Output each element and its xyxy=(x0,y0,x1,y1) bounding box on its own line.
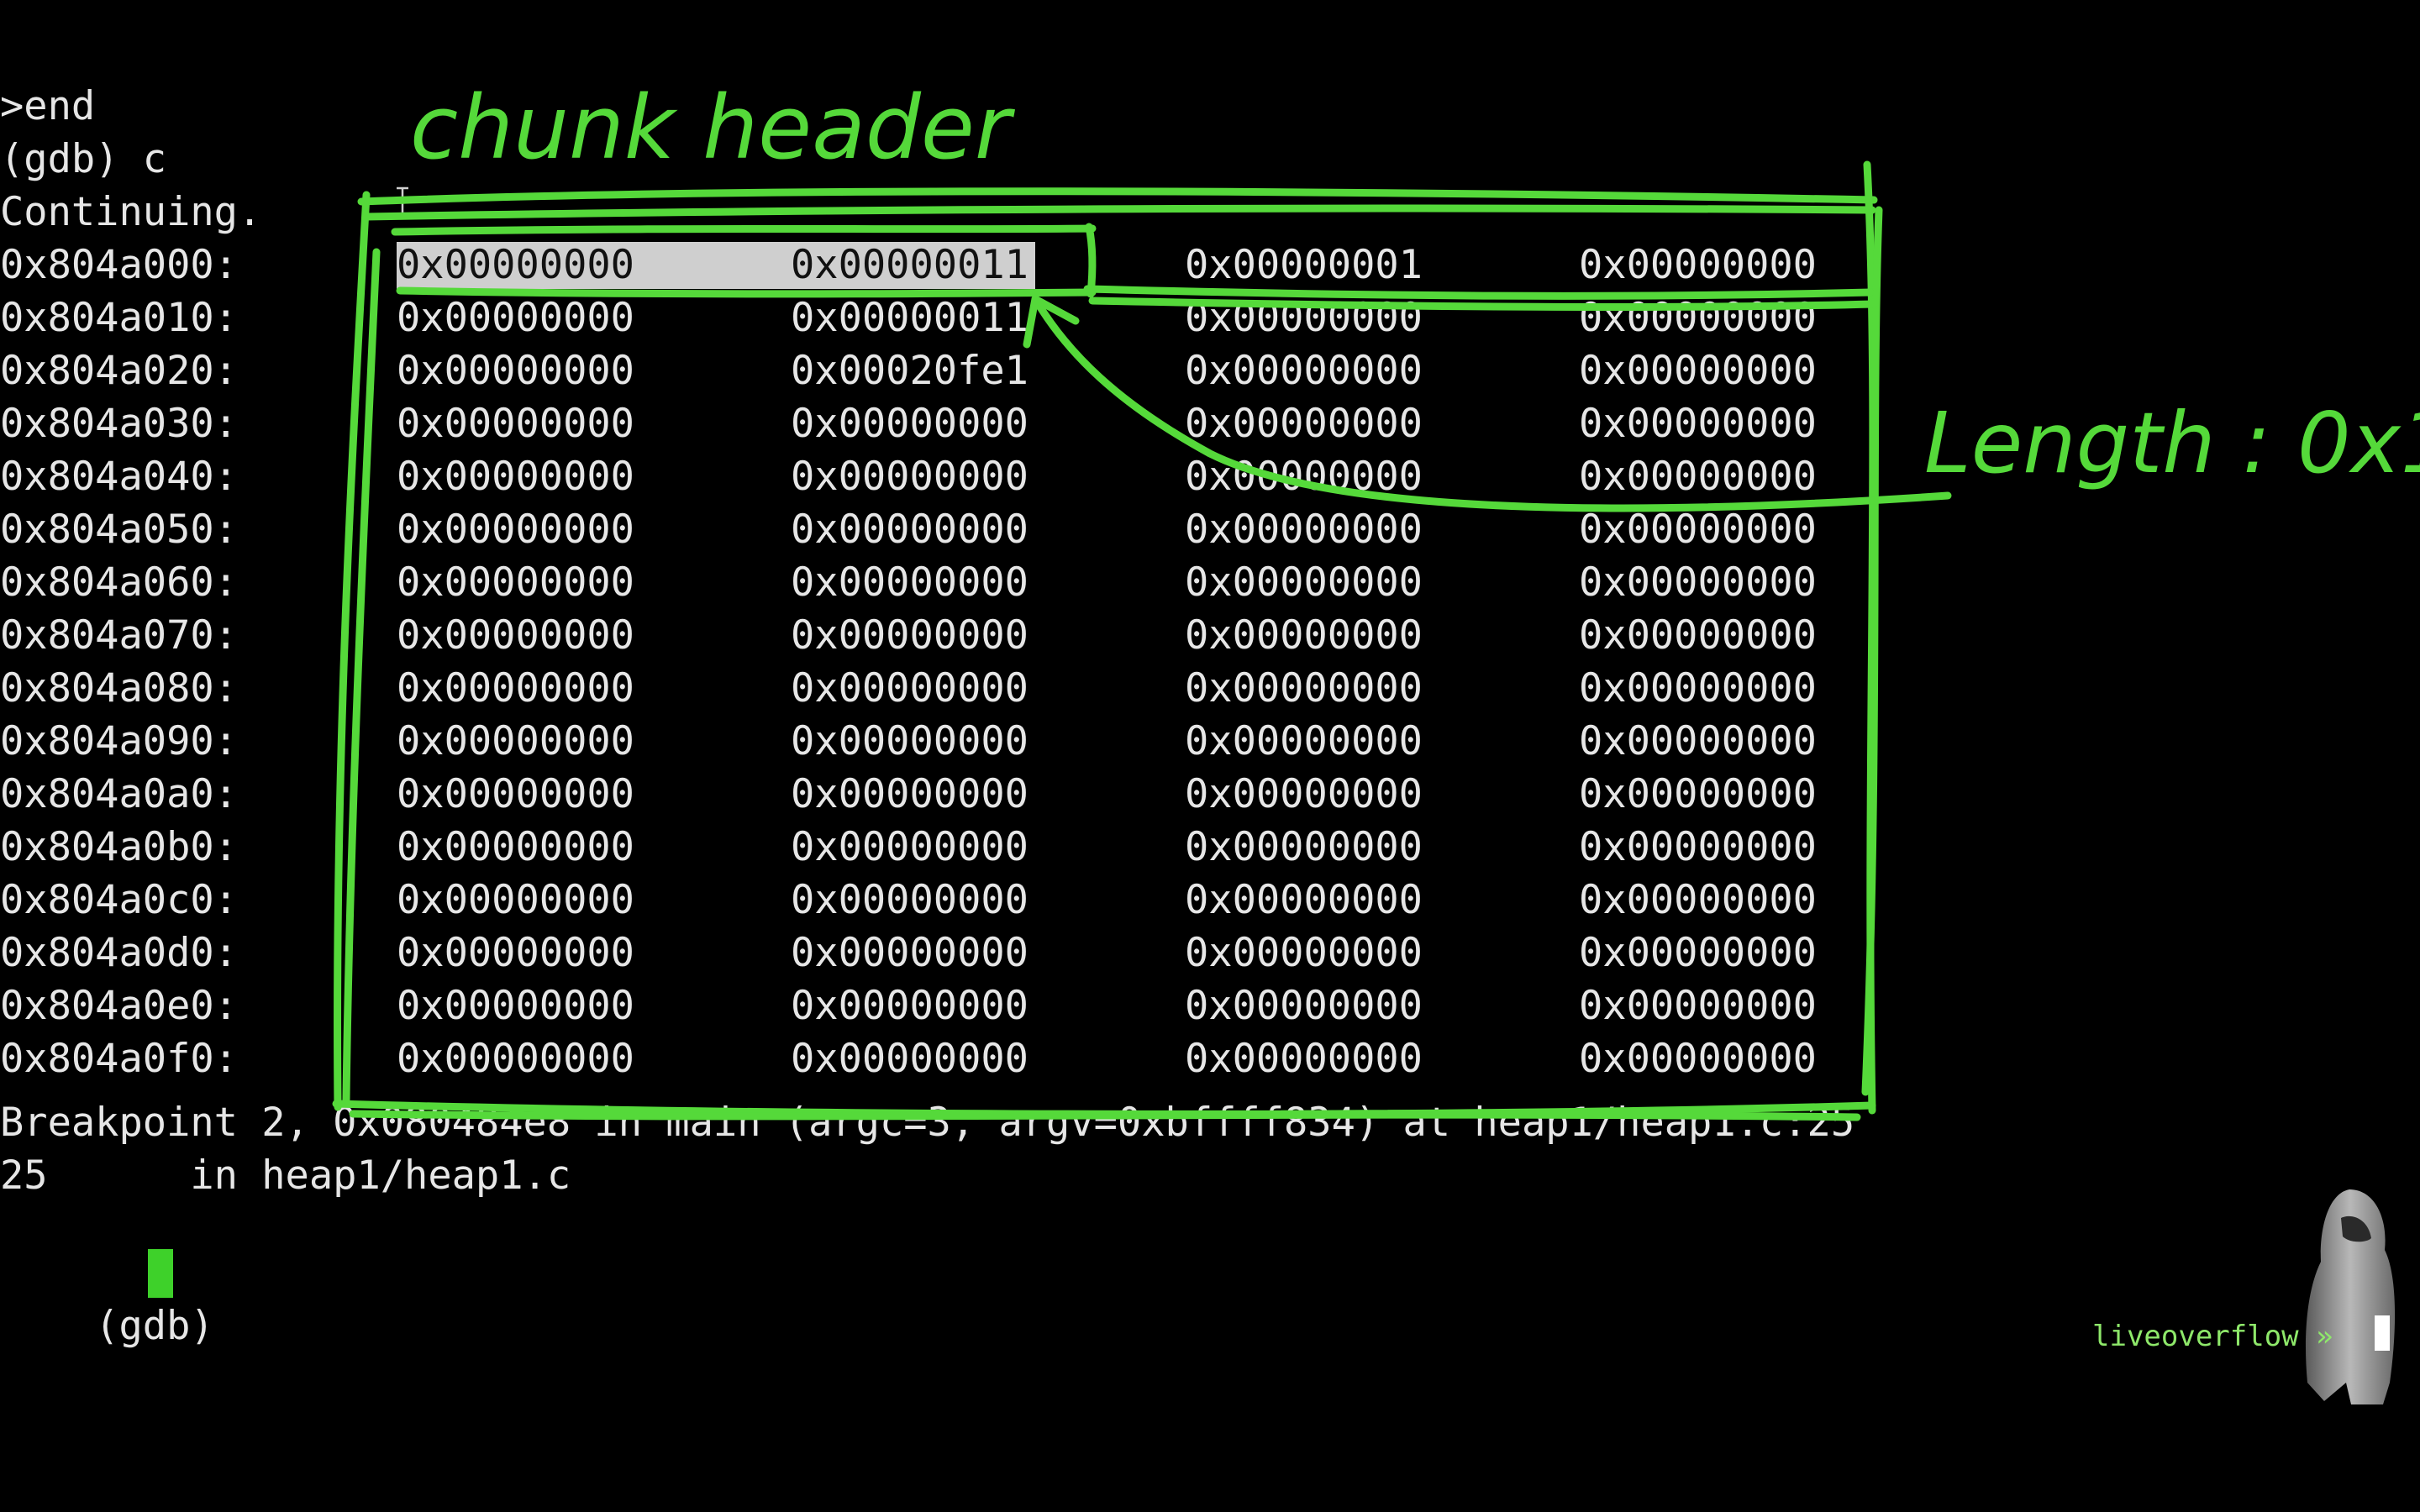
memory-word: 0x00000000 xyxy=(397,507,634,553)
terminal-cursor xyxy=(148,1249,173,1298)
memory-word: 0x00000000 xyxy=(1579,771,1817,817)
memory-address: 0x804a0d0: xyxy=(0,930,238,976)
memory-word: 0x00000000 xyxy=(1185,507,1423,553)
memory-word: 0x00000000 xyxy=(397,824,634,870)
memory-word: 0x00000000 xyxy=(397,348,634,394)
memory-address: 0x804a020: xyxy=(0,348,238,394)
memory-word: 0x00000000 xyxy=(1579,242,1817,288)
memory-word: 0x00000000 xyxy=(1579,454,1817,500)
memory-address: 0x804a0a0: xyxy=(0,771,238,817)
memory-word: 0x00000000 xyxy=(791,983,1028,1029)
memory-word: 0x00000000 xyxy=(791,401,1028,447)
memory-word: 0x00000000 xyxy=(1185,401,1423,447)
memory-word: 0x00000000 xyxy=(1579,665,1817,711)
memory-word: 0x00000001 xyxy=(1185,242,1423,288)
memory-word: 0x00000000 xyxy=(1185,930,1423,976)
memory-word: 0x00000000 xyxy=(1579,401,1817,447)
memory-word: 0x00000000 xyxy=(397,559,634,606)
memory-word: 0x00000000 xyxy=(397,1036,634,1082)
memory-address: 0x804a080: xyxy=(0,665,238,711)
memory-word: 0x00000000 xyxy=(397,401,634,447)
memory-address: 0x804a060: xyxy=(0,559,238,606)
memory-word: 0x00000000 xyxy=(1185,1036,1423,1082)
memory-word: 0x00000000 xyxy=(397,242,634,288)
selection-highlight xyxy=(639,242,791,289)
memory-word: 0x00000000 xyxy=(791,1036,1028,1082)
memory-word: 0x00000000 xyxy=(1579,824,1817,870)
gdb-output-line: Breakpoint 2, 0x080484e8 in main (argc=3… xyxy=(0,1100,1855,1146)
watermark-cursor xyxy=(2375,1315,2390,1351)
memory-word: 0x00000000 xyxy=(791,612,1028,659)
memory-word: 0x00000000 xyxy=(397,877,634,923)
memory-word: 0x00000000 xyxy=(1185,665,1423,711)
memory-word: 0x00000000 xyxy=(1185,348,1423,394)
memory-address: 0x804a0b0: xyxy=(0,824,238,870)
memory-address: 0x804a030: xyxy=(0,401,238,447)
memory-word: 0x00000000 xyxy=(1185,454,1423,500)
memory-word: 0x00000000 xyxy=(1579,295,1817,341)
memory-word: 0x00000011 xyxy=(791,242,1028,288)
memory-word: 0x00000000 xyxy=(1185,824,1423,870)
memory-word: 0x00000000 xyxy=(791,507,1028,553)
memory-word: 0x00000000 xyxy=(1185,983,1423,1029)
memory-word: 0x00000000 xyxy=(1185,771,1423,817)
memory-address: 0x804a010: xyxy=(0,295,238,341)
memory-word: 0x00000000 xyxy=(1579,718,1817,764)
memory-word: 0x00000000 xyxy=(397,983,634,1029)
memory-word: 0x00000000 xyxy=(791,930,1028,976)
memory-word: 0x00000000 xyxy=(791,454,1028,500)
memory-word: 0x00000000 xyxy=(1579,348,1817,394)
memory-word: 0x00000000 xyxy=(791,718,1028,764)
memory-word: 0x00000000 xyxy=(397,612,634,659)
gdb-prompt-line[interactable]: (gdb) xyxy=(0,1247,238,1349)
memory-word: 0x00000000 xyxy=(791,824,1028,870)
memory-address: 0x804a040: xyxy=(0,454,238,500)
memory-word: 0x00000000 xyxy=(1185,718,1423,764)
gdb-output-line: Continuing. xyxy=(0,189,262,235)
memory-address: 0x804a050: xyxy=(0,507,238,553)
memory-word: 0x00000000 xyxy=(1185,612,1423,659)
text-cursor-ibeam-icon xyxy=(397,186,408,220)
memory-address: 0x804a000: xyxy=(0,242,238,288)
memory-word: 0x00000000 xyxy=(1579,930,1817,976)
memory-word: 0x00000000 xyxy=(1579,559,1817,606)
gdb-output-line: 25 in heap1/heap1.c xyxy=(0,1152,571,1199)
memory-word: 0x00000000 xyxy=(397,718,634,764)
memory-word: 0x00020fe1 xyxy=(791,348,1028,394)
memory-address: 0x804a0f0: xyxy=(0,1036,238,1082)
gdb-output-line: >end xyxy=(0,83,96,129)
memory-word: 0x00000000 xyxy=(397,665,634,711)
memory-word: 0x00000000 xyxy=(1579,612,1817,659)
memory-word: 0x00000000 xyxy=(791,877,1028,923)
memory-word: 0x00000000 xyxy=(791,665,1028,711)
memory-word: 0x00000000 xyxy=(1185,295,1423,341)
memory-address: 0x804a0e0: xyxy=(0,983,238,1029)
memory-word: 0x00000000 xyxy=(397,930,634,976)
memory-word: 0x00000000 xyxy=(397,771,634,817)
memory-word: 0x00000000 xyxy=(1579,1036,1817,1082)
memory-word: 0x00000000 xyxy=(397,295,634,341)
memory-word: 0x00000000 xyxy=(1185,877,1423,923)
memory-address: 0x804a090: xyxy=(0,718,238,764)
gdb-output-line: (gdb) c xyxy=(0,136,167,182)
memory-word: 0x00000000 xyxy=(791,771,1028,817)
memory-address: 0x804a070: xyxy=(0,612,238,659)
mascot-hooded-figure-icon xyxy=(2291,1184,2400,1411)
memory-word: 0x00000011 xyxy=(791,295,1028,341)
gdb-prompt: (gdb) xyxy=(95,1303,238,1349)
memory-address: 0x804a0c0: xyxy=(0,877,238,923)
watermark-label: liveoverflow » xyxy=(2092,1320,2333,1353)
memory-word: 0x00000000 xyxy=(397,454,634,500)
memory-word: 0x00000000 xyxy=(1579,983,1817,1029)
memory-word: 0x00000000 xyxy=(791,559,1028,606)
memory-word: 0x00000000 xyxy=(1579,507,1817,553)
memory-word: 0x00000000 xyxy=(1185,559,1423,606)
terminal-window[interactable]: >end (gdb) c Continuing. 0x804a000: 0x00000… xyxy=(0,0,2420,1512)
memory-word: 0x00000000 xyxy=(1579,877,1817,923)
